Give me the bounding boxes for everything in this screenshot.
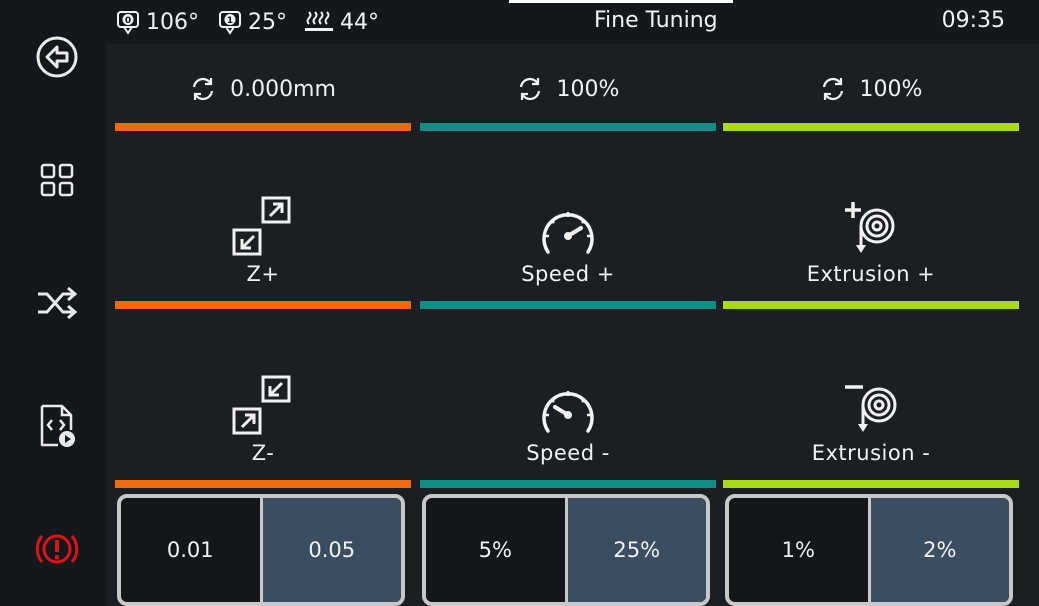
extrusion-step-selector: 1% 2% bbox=[725, 494, 1013, 606]
speed-step-selector: 5% 25% bbox=[422, 494, 710, 606]
refresh-icon bbox=[519, 77, 540, 101]
grid-icon bbox=[40, 163, 74, 197]
speed-up-button[interactable]: Speed + bbox=[420, 130, 716, 298]
extrusion-factor-value: 100% bbox=[859, 76, 923, 102]
svg-text:0: 0 bbox=[125, 16, 131, 26]
z-step-option-selected[interactable]: 0.05 bbox=[259, 498, 401, 602]
z-up-icon bbox=[232, 196, 291, 256]
z-down-label: Z- bbox=[251, 441, 275, 465]
console-button[interactable] bbox=[30, 399, 84, 453]
extrusion-accent-bar-2 bbox=[723, 301, 1019, 309]
speed-down-label: Speed - bbox=[526, 441, 610, 465]
sidebar bbox=[8, 0, 106, 606]
extrusion-accent-bar-3 bbox=[723, 480, 1019, 488]
z-accent-bar-3 bbox=[115, 480, 411, 488]
macros-button[interactable] bbox=[30, 276, 84, 330]
extrusion-reset[interactable]: 100% bbox=[723, 72, 1019, 106]
clock: 09:35 bbox=[941, 8, 1005, 33]
z-up-button[interactable]: Z+ bbox=[115, 130, 411, 298]
z-step-selector: 0.01 0.05 bbox=[117, 494, 405, 606]
refresh-icon bbox=[822, 77, 843, 101]
z-accent-bar-2 bbox=[115, 301, 411, 309]
bed-temp-value: 44° bbox=[340, 9, 379, 35]
speed-accent-bar-3 bbox=[420, 480, 716, 488]
speed-step-option-selected[interactable]: 25% bbox=[564, 498, 706, 602]
z-down-button[interactable]: Z- bbox=[115, 309, 411, 477]
fine-tuning-panel: 0.000mm Z+ Z- 100% Speed + Speed - 100% … bbox=[106, 44, 1039, 606]
speed-down-button[interactable]: Speed - bbox=[420, 309, 716, 477]
bed-temp[interactable]: 44° bbox=[304, 8, 379, 36]
back-button[interactable] bbox=[30, 30, 84, 84]
heated-bed-icon bbox=[305, 11, 333, 31]
main-menu-button[interactable] bbox=[30, 153, 84, 207]
extrusion-step-option-selected[interactable]: 2% bbox=[867, 498, 1009, 602]
page-title: Fine Tuning bbox=[594, 8, 718, 33]
speed-factor-value: 100% bbox=[556, 76, 620, 102]
filament-minus-icon bbox=[845, 385, 897, 432]
extrusion-step-option[interactable]: 1% bbox=[729, 498, 868, 602]
extruder1-temp[interactable]: 1 25° bbox=[218, 8, 287, 36]
z-offset-value: 0.000mm bbox=[230, 76, 336, 102]
z-down-icon bbox=[232, 375, 291, 435]
speedometer-down-icon bbox=[542, 391, 594, 433]
extrusion-down-button[interactable]: Extrusion - bbox=[723, 309, 1019, 477]
extrusion-up-label: Extrusion + bbox=[806, 262, 936, 286]
z-up-label: Z+ bbox=[246, 262, 280, 286]
speed-accent-bar-2 bbox=[420, 301, 716, 309]
top-bar: 0 106° 1 25° 44° Fine Tuning 09:35 bbox=[106, 0, 1039, 44]
speedometer-up-icon bbox=[542, 212, 594, 254]
top-notch bbox=[509, 0, 733, 3]
extrusion-down-label: Extrusion - bbox=[811, 441, 931, 465]
extruder0-temp-value: 106° bbox=[146, 9, 199, 35]
speed-reset[interactable]: 100% bbox=[420, 72, 716, 106]
extruder-1-icon: 1 bbox=[219, 11, 241, 35]
extruder-0-icon: 0 bbox=[117, 11, 139, 35]
z-offset-reset[interactable]: 0.000mm bbox=[115, 72, 411, 106]
extrusion-up-button[interactable]: Extrusion + bbox=[723, 130, 1019, 298]
shuffle-icon bbox=[38, 286, 78, 320]
speed-up-label: Speed + bbox=[521, 262, 615, 286]
z-step-option[interactable]: 0.01 bbox=[121, 498, 260, 602]
emergency-stop-button[interactable] bbox=[30, 522, 84, 576]
file-code-play-icon bbox=[40, 404, 75, 447]
speed-step-option[interactable]: 5% bbox=[426, 498, 565, 602]
svg-text:1: 1 bbox=[227, 16, 233, 26]
back-arrow-icon bbox=[36, 36, 78, 78]
filament-plus-icon bbox=[845, 202, 895, 253]
extruder1-temp-value: 25° bbox=[248, 9, 287, 35]
refresh-icon bbox=[192, 77, 214, 101]
emergency-stop-icon bbox=[35, 534, 79, 564]
extruder0-temp[interactable]: 0 106° bbox=[116, 8, 199, 36]
